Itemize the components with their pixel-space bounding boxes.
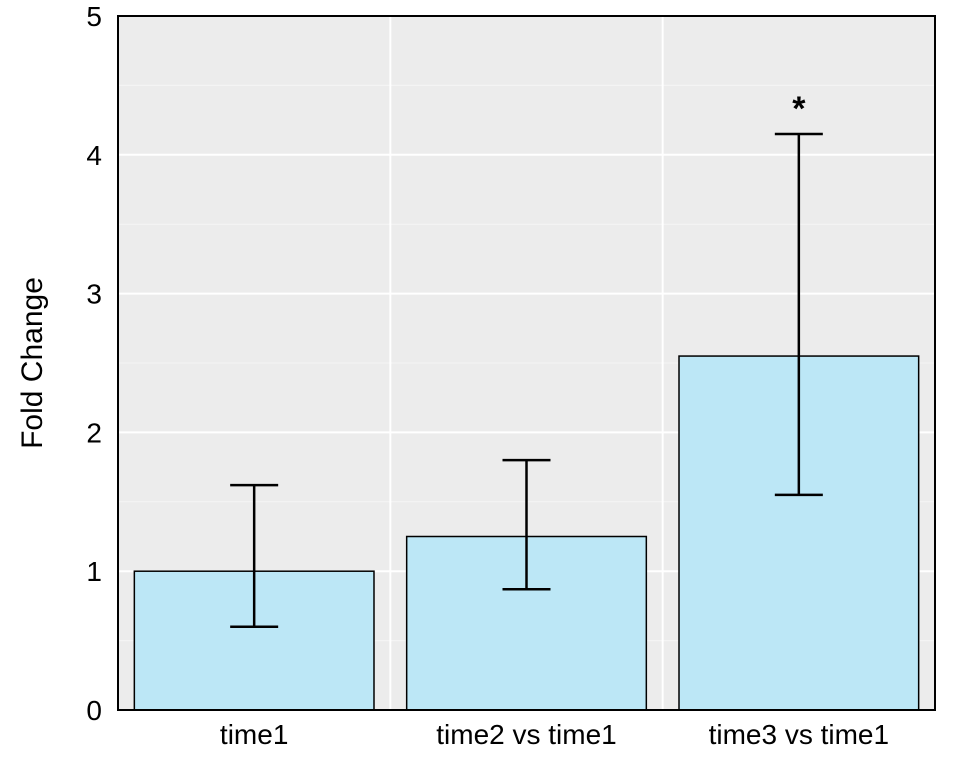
x-tick-label: time2 vs time1	[436, 719, 617, 750]
chart-container: 0 1 2 3 4 5 * time1 time2 vs time1 time3 vs time1…	[0, 0, 960, 768]
chart-svg: 0 1 2 3 4 5 * time1 time2 vs time1 time3 vs time1…	[0, 0, 960, 768]
x-tick-label: time1	[220, 719, 288, 750]
significance-marker: *	[792, 90, 806, 128]
y-axis-label: Fold Change	[16, 277, 49, 449]
y-tick-label: 0	[86, 695, 102, 726]
y-tick-label: 2	[86, 417, 102, 448]
y-tick-label: 4	[86, 140, 102, 171]
y-tick-label: 5	[86, 1, 102, 32]
y-tick-label: 1	[86, 556, 102, 587]
y-tick-label: 3	[86, 279, 102, 310]
x-tick-label: time3 vs time1	[709, 719, 890, 750]
